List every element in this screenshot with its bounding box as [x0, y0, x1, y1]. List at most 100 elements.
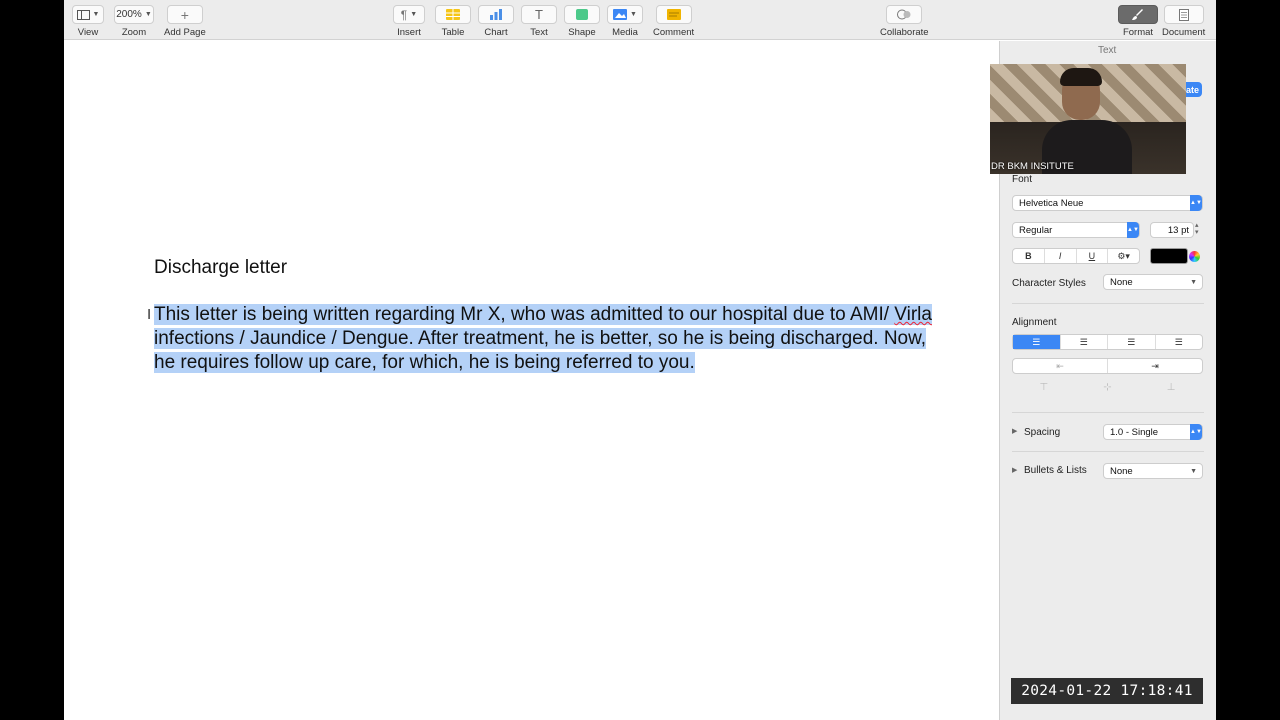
sidebar-icon[interactable]: ▼: [72, 5, 104, 24]
collaborate-control[interactable]: Collaborate: [880, 5, 929, 38]
timestamp-overlay: 2024-01-22 17:18:41: [1011, 678, 1203, 704]
media-label: Media: [612, 27, 638, 38]
image-icon[interactable]: ▼: [607, 5, 643, 24]
align-left-icon[interactable]: ☰: [1013, 335, 1061, 349]
media-control[interactable]: ▼ Media: [607, 5, 643, 38]
chevron-down-icon: ▼: [1190, 278, 1197, 286]
bold-button[interactable]: B: [1013, 249, 1045, 263]
toolbar: ▼ View 200% ▼ Zoom + Add Page ¶ ▼ Insert T…: [64, 0, 1216, 40]
underline-button[interactable]: U: [1077, 249, 1109, 263]
insert-control[interactable]: ¶ ▼ Insert: [393, 5, 425, 38]
font-family-select[interactable]: Helvetica Neue ▲▼: [1012, 195, 1203, 211]
view-label: View: [77, 27, 99, 38]
chevron-updown-icon: ▲▼: [1190, 195, 1202, 211]
document-icon[interactable]: [1163, 5, 1204, 24]
bullets-lists-select[interactable]: None ▼: [1103, 463, 1203, 479]
character-styles-label: Character Styles: [1012, 278, 1086, 289]
table-control[interactable]: Table: [435, 5, 471, 38]
text-box-icon[interactable]: T: [521, 5, 557, 24]
align-bottom-icon[interactable]: ⊥: [1167, 382, 1176, 398]
character-styles-select[interactable]: None ▼: [1103, 274, 1203, 290]
font-heading: Font: [1012, 174, 1033, 185]
spacing-select[interactable]: 1.0 - Single ▲▼: [1103, 424, 1203, 440]
presenter-hair: [1060, 68, 1102, 86]
view-control[interactable]: ▼ View: [72, 5, 104, 38]
zoom-select[interactable]: 200% ▼: [114, 5, 154, 24]
plus-icon[interactable]: +: [166, 5, 203, 24]
alignment-buttons: ☰ ☰ ☰ ☰: [1012, 334, 1203, 350]
shape-icon[interactable]: [564, 5, 600, 24]
insert-label: Insert: [397, 27, 421, 38]
document-canvas[interactable]: Discharge letter I This letter is being …: [64, 41, 999, 720]
font-size-value: 13 pt: [1167, 224, 1189, 236]
comment-label: Comment: [653, 27, 695, 38]
align-top-icon[interactable]: ⊤: [1040, 382, 1049, 398]
gear-icon[interactable]: ⚙▾: [1108, 249, 1139, 263]
chart-label: Chart: [484, 27, 508, 38]
italic-button[interactable]: I: [1045, 249, 1077, 263]
collaborate-icon[interactable]: [886, 5, 923, 24]
collaborate-label: Collaborate: [880, 27, 929, 38]
add-page-label: Add Page: [164, 27, 206, 38]
paintbrush-icon[interactable]: [1118, 5, 1158, 24]
align-center-icon[interactable]: ☰: [1061, 335, 1108, 349]
zoom-label: Zoom: [121, 27, 147, 38]
document-body[interactable]: This letter is being written regarding M…: [154, 303, 934, 375]
divider: [1012, 451, 1204, 452]
indent-buttons: ⇤ ⇥: [1012, 358, 1203, 374]
disclosure-triangle-icon[interactable]: ▶: [1012, 427, 1017, 435]
text-style-buttons: B I U ⚙▾: [1012, 248, 1140, 264]
font-size-stepper[interactable]: ▴ ▾: [1195, 222, 1199, 236]
font-style-select[interactable]: Regular ▲▼: [1012, 222, 1140, 238]
table-label: Table: [441, 27, 465, 38]
shape-label: Shape: [568, 27, 596, 38]
chevron-updown-icon: ▲▼: [1127, 222, 1139, 238]
shape-control[interactable]: Shape: [564, 5, 600, 38]
font-family-value: Helvetica Neue: [1019, 197, 1084, 209]
document-title[interactable]: Discharge letter: [154, 257, 287, 279]
tab-text[interactable]: Text: [1098, 45, 1116, 56]
spacing-label[interactable]: Spacing: [1024, 427, 1060, 438]
body-text-part2: infections / Jaundice / Dengue. After tr…: [154, 328, 927, 373]
font-style-value: Regular: [1019, 224, 1053, 236]
chart-control[interactable]: Chart: [478, 5, 514, 38]
table-icon[interactable]: [435, 5, 471, 24]
zoom-value: 200%: [116, 9, 142, 20]
comment-icon[interactable]: [655, 5, 692, 24]
document-label: Document: [1162, 27, 1206, 38]
disclosure-triangle-icon[interactable]: ▶: [1012, 466, 1017, 474]
text-cursor-icon: I: [147, 306, 152, 323]
align-middle-icon[interactable]: ⊹: [1103, 382, 1111, 398]
divider: [1012, 303, 1204, 304]
document-control[interactable]: Document: [1162, 5, 1205, 38]
text-color-well[interactable]: [1150, 248, 1188, 264]
format-control[interactable]: Format: [1118, 5, 1158, 38]
chevron-down-icon: ▼: [1190, 467, 1197, 475]
align-justify-icon[interactable]: ☰: [1156, 335, 1203, 349]
chevron-updown-icon: ▲▼: [1190, 424, 1202, 440]
paragraph-icon[interactable]: ¶ ▼: [393, 5, 425, 24]
spacing-value: 1.0 - Single: [1110, 426, 1159, 438]
misspelled-word[interactable]: Virla: [894, 304, 932, 325]
format-label: Format: [1122, 27, 1154, 38]
alignment-heading: Alignment: [1012, 317, 1057, 328]
webcam-overlay: DR BKM INSITUTE: [990, 64, 1186, 174]
webcam-label: DR BKM INSITUTE: [991, 161, 1074, 172]
vertical-align-buttons: ⊤ ⊹ ⊥: [1012, 382, 1203, 398]
bullets-lists-label[interactable]: Bullets & Lists: [1024, 465, 1087, 476]
decrease-indent-icon[interactable]: ⇤: [1013, 359, 1108, 373]
text-control[interactable]: T Text: [521, 5, 557, 38]
bullets-lists-value: None: [1110, 465, 1133, 477]
zoom-control[interactable]: 200% ▼ Zoom: [114, 5, 154, 38]
increase-indent-icon[interactable]: ⇥: [1108, 359, 1202, 373]
color-wheel-icon[interactable]: [1189, 251, 1200, 262]
body-text-part1: This letter is being written regarding M…: [154, 304, 895, 325]
chart-icon[interactable]: [478, 5, 514, 24]
align-right-icon[interactable]: ☰: [1108, 335, 1156, 349]
add-page-control[interactable]: + Add Page: [164, 5, 206, 38]
font-size-field[interactable]: 13 pt: [1150, 222, 1194, 238]
divider: [1012, 412, 1204, 413]
comment-control[interactable]: Comment: [653, 5, 694, 38]
screen: ▼ View 200% ▼ Zoom + Add Page ¶ ▼ Insert T…: [0, 0, 1280, 720]
text-label: Text: [530, 27, 548, 38]
